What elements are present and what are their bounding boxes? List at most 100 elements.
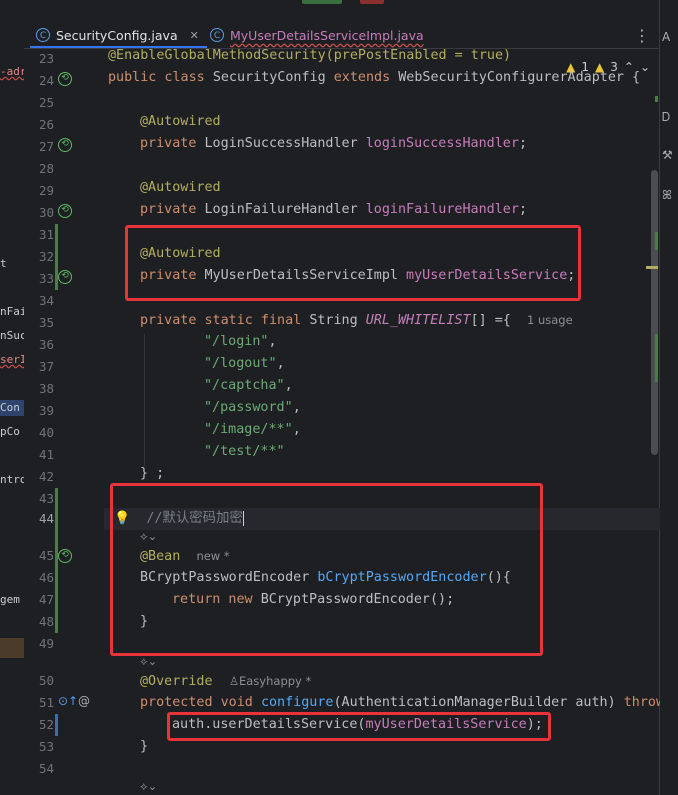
punctuation: ; bbox=[518, 136, 527, 151]
project-item-selected[interactable]: Con bbox=[0, 400, 24, 416]
code-line-47: return new BCryptPasswordEncoder(); bbox=[172, 589, 454, 611]
line-number: 41 bbox=[38, 447, 54, 462]
project-item[interactable]: t bbox=[0, 256, 7, 272]
line-number: 53 bbox=[38, 739, 54, 754]
line-number: 24 bbox=[38, 73, 54, 88]
constant-name: URL_WHITELIST bbox=[365, 313, 471, 328]
toolbar-fragment bbox=[302, 0, 342, 4]
project-item[interactable]: nSuc bbox=[0, 328, 24, 344]
vcs-change-marker bbox=[55, 224, 58, 290]
intention-bulb-icon[interactable]: 💡 bbox=[114, 511, 130, 526]
comment: //默认密码加密 bbox=[146, 511, 243, 526]
string-literal: "/login" bbox=[204, 334, 269, 349]
code-line-33: private MyUserDetailsServiceImpl myUserD… bbox=[140, 265, 575, 287]
punctuation: , bbox=[276, 356, 285, 371]
spring-bean-icon[interactable]: ⟲ bbox=[58, 72, 72, 86]
project-item[interactable]: pCo bbox=[0, 424, 20, 440]
code-vision-anchor[interactable]: ⟡⌄ bbox=[140, 527, 157, 545]
code-line-45: @Bean new * bbox=[140, 545, 230, 567]
notifications-icon[interactable]: A bbox=[662, 30, 670, 44]
editor-tab-bar: C SecurityConfig.java ✕ C MyUserDetailsS… bbox=[24, 0, 678, 49]
line-number: 40 bbox=[38, 425, 54, 440]
code-line-46: BCryptPasswordEncoder bCryptPasswordEnco… bbox=[140, 567, 511, 589]
code-line-30: private LoginFailureHandler loginFailure… bbox=[140, 199, 527, 221]
code-vision-icon[interactable]: ⟡⌄ bbox=[140, 779, 157, 793]
code-editor[interactable]: @EnableGlobalMethodSecurity(prePostEnabl… bbox=[104, 48, 660, 795]
field-name: loginFailureHandler bbox=[365, 202, 519, 217]
tab-label: MyUserDetailsServiceImpl.java bbox=[230, 27, 424, 43]
project-item[interactable]: nFai bbox=[0, 304, 24, 320]
keyword: public class bbox=[108, 70, 213, 85]
gradle-icon[interactable]: ꕤ bbox=[662, 188, 672, 203]
usages-inlay-hint[interactable]: 1 usage bbox=[527, 313, 573, 327]
code-vision-icon[interactable]: ⟡⌄ bbox=[140, 654, 157, 668]
line-number-current: 44 bbox=[38, 511, 54, 526]
code-line-32: @Autowired bbox=[140, 243, 221, 265]
line-number: 26 bbox=[38, 117, 54, 132]
tool-icon[interactable]: ⚒ bbox=[662, 148, 673, 162]
punctuation: ); bbox=[526, 717, 543, 732]
code-line-26: @Autowired bbox=[140, 111, 221, 133]
line-number: 35 bbox=[38, 315, 54, 330]
tab-label: SecurityConfig.java bbox=[56, 27, 178, 43]
keyword: protected void bbox=[140, 695, 261, 710]
project-item[interactable]: ntrol bbox=[0, 472, 24, 488]
project-item[interactable]: -adr bbox=[0, 64, 24, 80]
project-item[interactable]: gem bbox=[0, 592, 20, 608]
override-method-icon[interactable]: ⊙↑ bbox=[58, 694, 78, 708]
line-number: 49 bbox=[38, 636, 54, 651]
project-item[interactable]: serI bbox=[0, 352, 24, 368]
punctuation: ; bbox=[567, 268, 576, 283]
keyword: private bbox=[140, 202, 205, 217]
scroll-marker bbox=[655, 334, 658, 382]
code-line-40: "/test/**" bbox=[204, 441, 285, 463]
tab-securityconfig[interactable]: C SecurityConfig.java ✕ bbox=[30, 22, 207, 48]
line-number: 38 bbox=[38, 381, 54, 396]
line-number: 52 bbox=[38, 717, 54, 732]
code-vision-anchor[interactable]: ⟡⌄ bbox=[140, 652, 157, 670]
code-line-51: protected void configure(AuthenticationM… bbox=[140, 692, 660, 714]
string-literal: "/captcha" bbox=[204, 378, 285, 393]
close-icon[interactable]: ✕ bbox=[190, 29, 199, 42]
editor-scrollbar-thumb[interactable] bbox=[651, 170, 658, 455]
scroll-marker bbox=[655, 96, 658, 102]
method-call: auth.userDetailsService( bbox=[172, 717, 366, 732]
type-name: LoginFailureHandler bbox=[204, 202, 366, 217]
code-vision-anchor[interactable]: ⟡⌄ bbox=[140, 777, 157, 795]
string-literal: "/logout" bbox=[204, 356, 277, 371]
spring-bean-icon[interactable]: ⟲ bbox=[58, 138, 72, 152]
tab-myuserdetailsserviceimpl[interactable]: C MyUserDetailsServiceImpl.java bbox=[210, 22, 424, 48]
annotation-at-icon[interactable]: @ bbox=[78, 694, 90, 708]
annotation-text: @Bean bbox=[140, 549, 181, 564]
code-line-39: "/image/**", bbox=[204, 419, 301, 441]
code-line-53: } bbox=[140, 736, 148, 758]
scroll-marker bbox=[655, 232, 658, 250]
line-number: 37 bbox=[38, 359, 54, 374]
indent-guide bbox=[144, 334, 145, 466]
spring-bean-icon[interactable]: ⟲ bbox=[58, 270, 72, 284]
line-number: 29 bbox=[38, 183, 54, 198]
annotation-text: @Autowired bbox=[140, 180, 221, 195]
class-icon: C bbox=[210, 28, 224, 42]
author-inlay-hint[interactable]: new * bbox=[196, 549, 229, 563]
line-number: 47 bbox=[38, 592, 54, 607]
vcs-change-marker bbox=[55, 714, 58, 736]
spring-bean-icon[interactable]: ⟲ bbox=[58, 549, 72, 563]
author-inlay-hint[interactable]: Easyhappy * bbox=[239, 674, 311, 688]
code-line-27: private LoginSuccessHandler loginSuccess… bbox=[140, 133, 527, 155]
string-literal: "/password" bbox=[204, 400, 293, 415]
spring-bean-icon[interactable]: ⟲ bbox=[58, 204, 72, 218]
string-literal: "/test/**" bbox=[204, 444, 285, 459]
keyword: private bbox=[140, 268, 205, 283]
database-icon[interactable]: Ꭰ bbox=[662, 110, 670, 125]
vcs-change-marker bbox=[55, 488, 58, 633]
type-name: LoginSuccessHandler bbox=[204, 136, 366, 151]
toolbar-fragment bbox=[360, 0, 384, 4]
annotation-text: @Autowired bbox=[140, 114, 221, 129]
line-number: 25 bbox=[38, 95, 54, 110]
punctuation: } bbox=[140, 739, 149, 754]
more-options-icon[interactable]: ⋮ bbox=[634, 26, 650, 45]
code-vision-icon[interactable]: ⟡⌄ bbox=[140, 529, 157, 543]
type-name: String bbox=[309, 313, 366, 328]
line-number: 43 bbox=[38, 491, 54, 506]
